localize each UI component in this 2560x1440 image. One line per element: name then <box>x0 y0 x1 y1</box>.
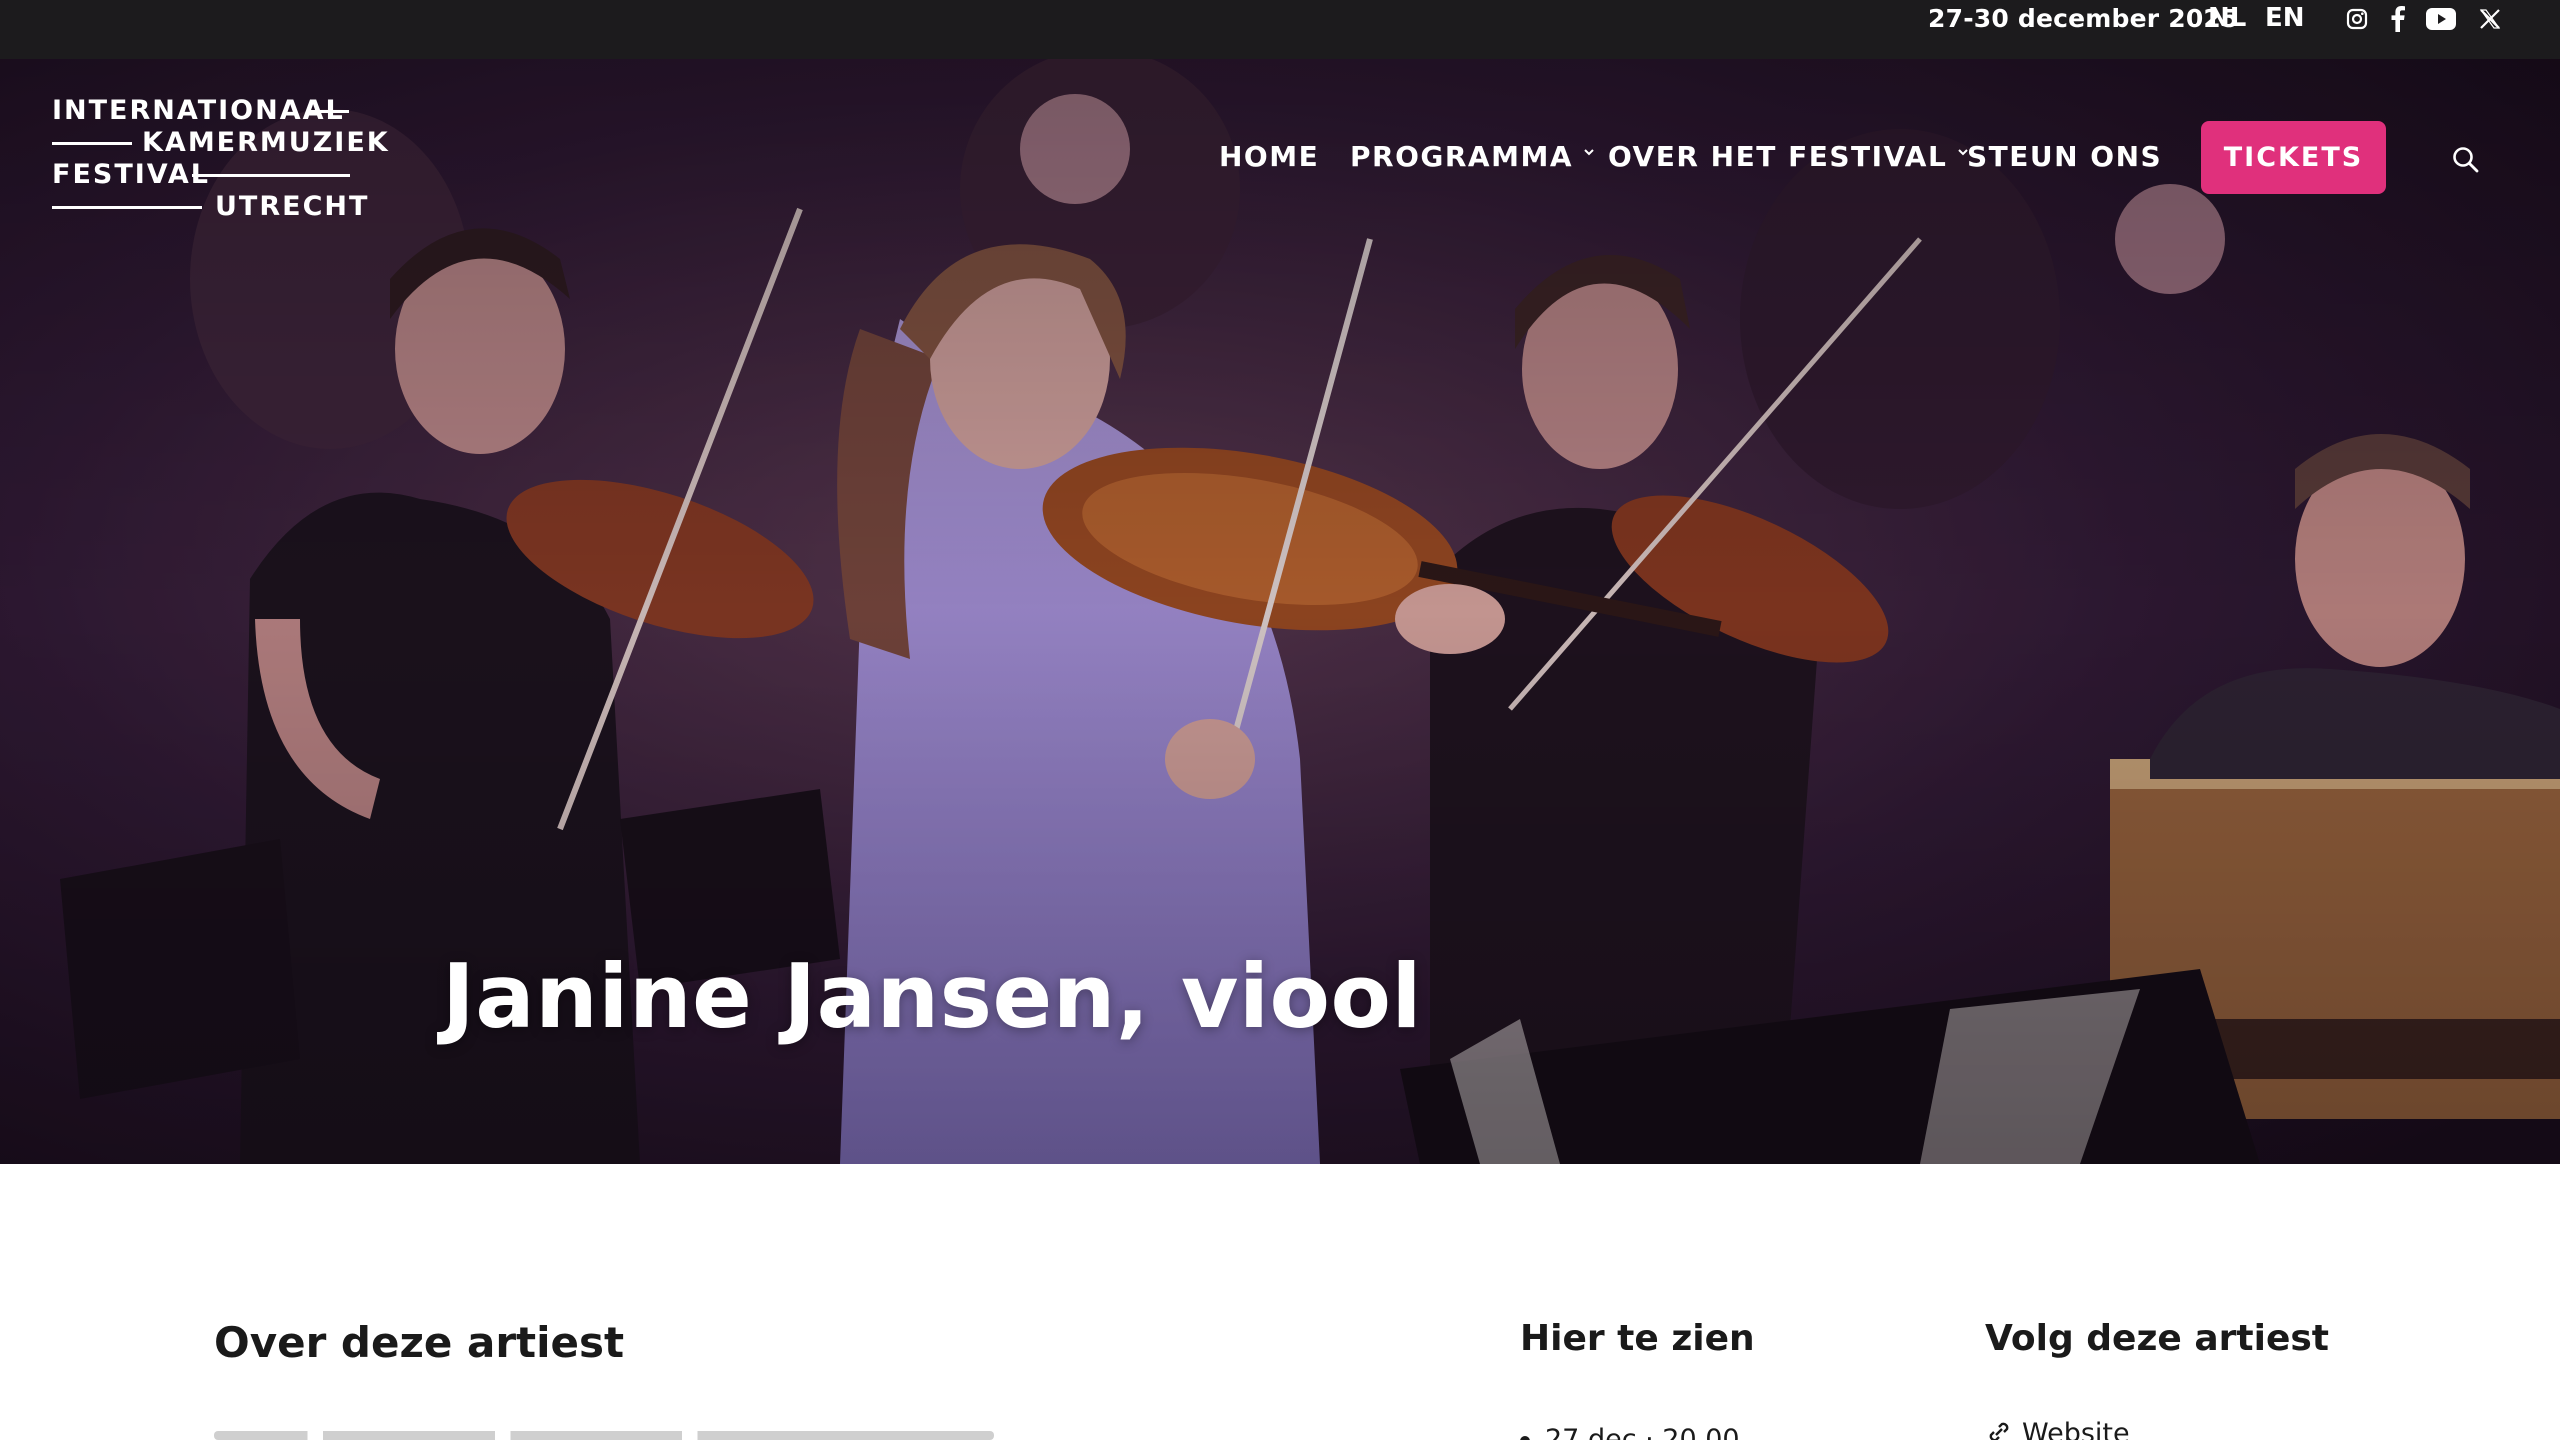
tickets-button[interactable]: TICKETS <box>2201 121 2386 194</box>
artist-website-link[interactable]: Website <box>2022 1418 2130 1440</box>
nav-programma-label: PROGRAMMA <box>1350 140 1573 173</box>
nav-over-het-festival[interactable]: OVER HET FESTIVAL <box>1608 120 1969 194</box>
logo-rule <box>192 174 350 177</box>
bullet <box>1520 1436 1530 1440</box>
link-icon <box>1989 1422 2009 1440</box>
x-icon[interactable] <box>2475 4 2505 34</box>
top-bar: 27-30 december 2025 NL EN <box>0 0 2560 59</box>
language-nl-link[interactable]: NL <box>2208 0 2246 37</box>
see-here-heading: Hier te zien <box>1520 1318 1755 1359</box>
follow-artist-heading: Volg deze artiest <box>1985 1318 2330 1359</box>
chevron-down-icon <box>1584 149 1594 156</box>
language-en-link[interactable]: EN <box>2265 0 2305 37</box>
festival-logo[interactable]: INTERNATIONAAL KAMERMUZIEK FESTIVAL UTRE… <box>52 95 388 225</box>
hero-banner: INTERNATIONAAL KAMERMUZIEK FESTIVAL UTRE… <box>0 59 2560 1164</box>
nav-steun-ons[interactable]: STEUN ONS <box>1967 120 2162 194</box>
artist-title: Janine Jansen, viool <box>442 945 1423 1048</box>
facebook-icon[interactable] <box>2383 4 2413 34</box>
logo-line-1: INTERNATIONAAL <box>52 95 345 126</box>
logo-rule <box>52 206 202 209</box>
nav-programma[interactable]: PROGRAMMA <box>1350 120 1595 194</box>
instagram-icon[interactable] <box>2342 4 2372 34</box>
logo-line-2: KAMERMUZIEK <box>142 127 390 158</box>
performance-link[interactable]: 27 dec · 20.00 <box>1545 1424 1740 1440</box>
nav-home[interactable]: HOME <box>1219 120 1319 194</box>
nav-over-label: OVER HET FESTIVAL <box>1608 140 1948 173</box>
logo-rule <box>52 142 132 145</box>
about-text-preview <box>214 1431 994 1440</box>
youtube-icon[interactable] <box>2424 4 2458 34</box>
about-artist-heading: Over deze artiest <box>214 1318 625 1367</box>
logo-line-4: UTRECHT <box>215 191 370 222</box>
festival-dates: 27-30 december 2025 <box>1928 4 2239 33</box>
logo-rule <box>307 110 349 113</box>
search-icon[interactable] <box>2450 144 2482 176</box>
logo-line-3: FESTIVAL <box>52 159 210 190</box>
